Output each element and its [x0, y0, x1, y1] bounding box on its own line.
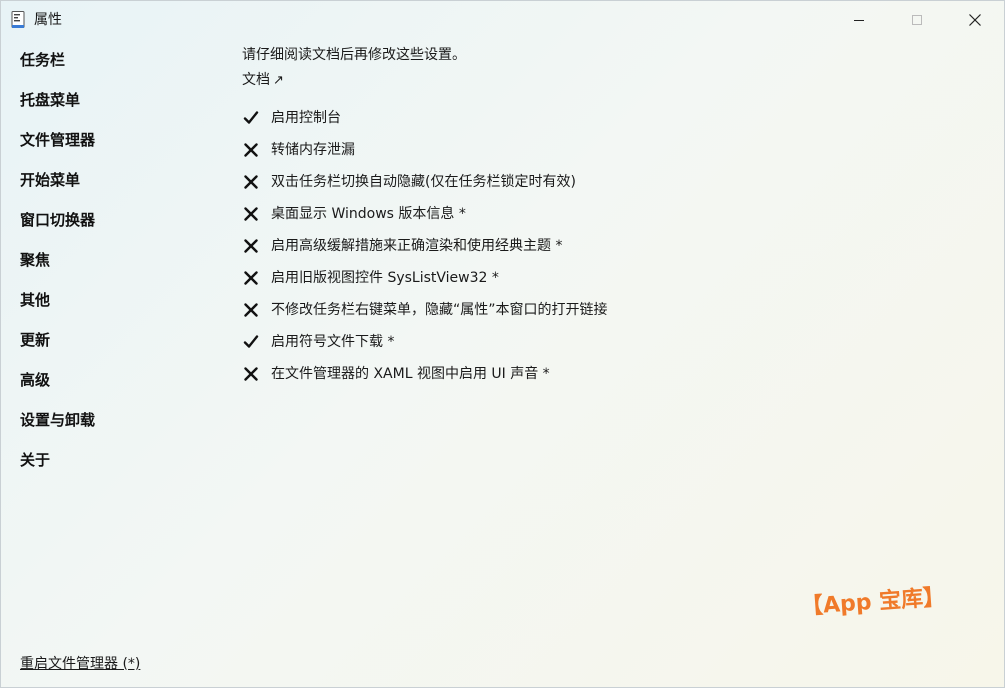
sidebar-item-updates[interactable]: 更新 — [20, 325, 210, 365]
sidebar-item-taskbar[interactable]: 任务栏 — [20, 45, 210, 85]
sidebar-item-advanced[interactable]: 高级 — [20, 365, 210, 405]
maximize-icon — [912, 15, 922, 25]
cross-icon — [242, 301, 260, 319]
setting-label: 启用旧版视图控件 SysListView32 * — [271, 270, 499, 286]
settings-list: 启用控制台 转储内存泄漏 双击任务栏切换自动隐藏(仅在任务栏锁定时有效) 桌面显… — [242, 102, 982, 390]
sidebar-item-start-menu[interactable]: 开始菜单 — [20, 165, 210, 205]
checkmark-icon — [242, 333, 260, 351]
setting-label: 在文件管理器的 XAML 视图中启用 UI 声音 * — [271, 366, 550, 382]
close-icon — [969, 14, 981, 26]
watermark-logo: 【App 宝库】 — [800, 584, 946, 620]
minimize-button[interactable] — [831, 1, 887, 39]
instruction-text: 请仔细阅读文档后再修改这些设置。 — [242, 47, 466, 63]
setting-label: 启用符号文件下载 * — [271, 334, 395, 350]
cross-icon — [242, 269, 260, 287]
app-icon — [11, 11, 25, 29]
setting-row[interactable]: 启用符号文件下载 * — [242, 326, 982, 358]
settings-panel: 请仔细阅读文档后再修改这些设置。 文档 ↗ 启用控制台 转储内存泄漏 双击任务栏切… — [242, 45, 982, 390]
documentation-link-label: 文档 — [242, 72, 270, 88]
setting-label: 启用高级缓解措施来正确渲染和使用经典主题 * — [271, 238, 563, 254]
sidebar-item-window-switcher[interactable]: 窗口切换器 — [20, 205, 210, 245]
documentation-link[interactable]: 文档 ↗ — [242, 70, 284, 92]
title-bar[interactable]: 属性 — [1, 1, 1004, 39]
sidebar-item-tray-menu[interactable]: 托盘菜单 — [20, 85, 210, 125]
setting-row[interactable]: 桌面显示 Windows 版本信息 * — [242, 198, 982, 230]
setting-row[interactable]: 转储内存泄漏 — [242, 134, 982, 166]
cross-icon — [242, 173, 260, 191]
window-title: 属性 — [34, 12, 62, 28]
setting-row[interactable]: 启用旧版视图控件 SysListView32 * — [242, 262, 982, 294]
external-link-icon: ↗ — [273, 73, 284, 88]
setting-label: 桌面显示 Windows 版本信息 * — [271, 206, 466, 222]
setting-label: 不修改任务栏右键菜单，隐藏“属性”本窗口的打开链接 — [271, 302, 608, 318]
sidebar-item-setup-uninstall[interactable]: 设置与卸载 — [20, 405, 210, 445]
cross-icon — [242, 141, 260, 159]
sidebar-item-file-explorer[interactable]: 文件管理器 — [20, 125, 210, 165]
cross-icon — [242, 205, 260, 223]
setting-label: 启用控制台 — [271, 110, 341, 126]
setting-label: 转储内存泄漏 — [271, 142, 355, 158]
cross-icon — [242, 237, 260, 255]
setting-row[interactable]: 在文件管理器的 XAML 视图中启用 UI 声音 * — [242, 358, 982, 390]
sidebar-item-spotlight[interactable]: 聚焦 — [20, 245, 210, 285]
minimize-icon — [854, 20, 864, 21]
sidebar-item-about[interactable]: 关于 — [20, 445, 210, 485]
sidebar-item-other[interactable]: 其他 — [20, 285, 210, 325]
setting-row[interactable]: 启用控制台 — [242, 102, 982, 134]
setting-row[interactable]: 不修改任务栏右键菜单，隐藏“属性”本窗口的打开链接 — [242, 294, 982, 326]
setting-label: 双击任务栏切换自动隐藏(仅在任务栏锁定时有效) — [271, 174, 576, 190]
properties-window: 属性 任务栏 托盘菜单 文件管理器 开始菜单 窗口切换器 聚焦 其他 更新 高级… — [0, 0, 1005, 688]
checkmark-icon — [242, 109, 260, 127]
restart-explorer-link[interactable]: 重启文件管理器 (*) — [20, 653, 140, 673]
setting-row[interactable]: 启用高级缓解措施来正确渲染和使用经典主题 * — [242, 230, 982, 262]
close-button[interactable] — [947, 1, 1003, 39]
sidebar-nav: 任务栏 托盘菜单 文件管理器 开始菜单 窗口切换器 聚焦 其他 更新 高级 设置… — [20, 45, 210, 485]
maximize-button[interactable] — [889, 1, 945, 39]
cross-icon — [242, 365, 260, 383]
setting-row[interactable]: 双击任务栏切换自动隐藏(仅在任务栏锁定时有效) — [242, 166, 982, 198]
